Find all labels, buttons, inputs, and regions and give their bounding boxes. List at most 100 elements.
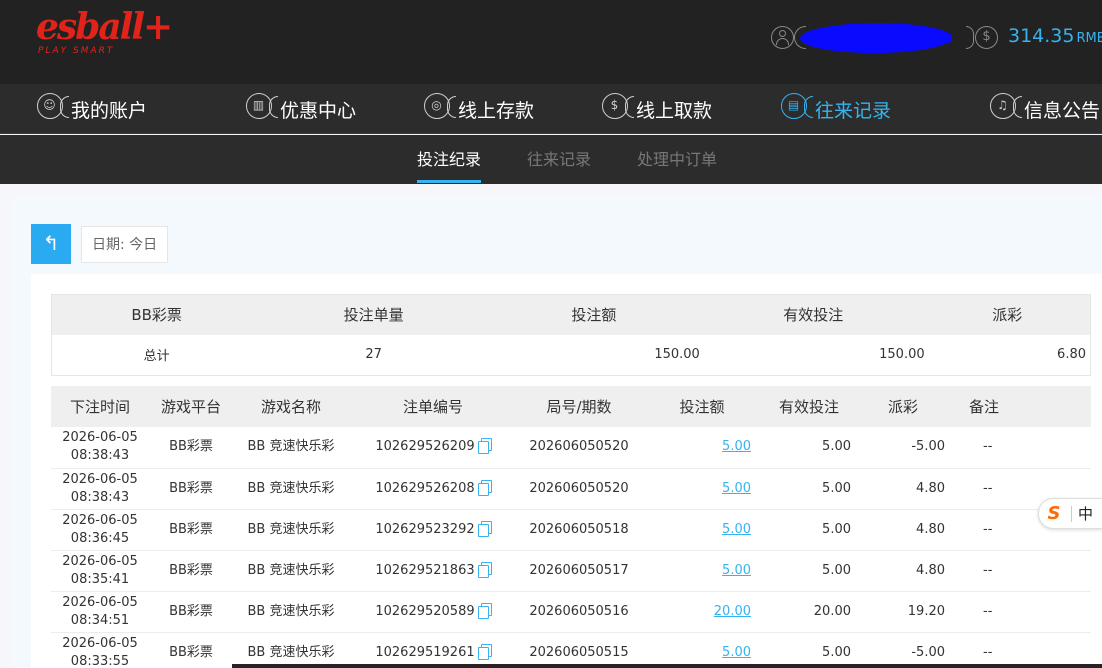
- payout-cell: -5.00: [855, 632, 951, 668]
- bottom-scrollbar[interactable]: [232, 664, 1102, 668]
- column-header: 注单编号: [349, 386, 517, 427]
- bet-amount-link[interactable]: 5.00: [722, 522, 751, 537]
- bet-time-cell: 2026-06-05 08:33:55: [51, 632, 149, 668]
- bet-amount-cell: 20.00: [641, 591, 763, 633]
- order-number-cell: 102629521863: [349, 550, 517, 592]
- summary-header-row: BB彩票 投注单量 投注额 有效投注 派彩: [51, 294, 1091, 335]
- record-icon: ▤: [781, 93, 813, 119]
- summary-cell: 总计: [143, 349, 170, 365]
- copy-icon[interactable]: [477, 438, 492, 455]
- platform-cell: BB彩票: [149, 427, 233, 469]
- summary-header: 投注额: [486, 294, 702, 335]
- copy-icon[interactable]: [477, 602, 492, 619]
- bet-time: 08:38:43: [70, 448, 130, 464]
- esball-logo[interactable]: esball+ PLAY SMART: [36, 6, 173, 56]
- order-number: 102629526208: [375, 480, 475, 496]
- period-cell: 202606050516: [517, 591, 641, 633]
- order-number: 102629526209: [375, 439, 475, 455]
- bet-amount-link[interactable]: 5.00: [722, 563, 751, 578]
- nav-item-deposit[interactable]: ◎ 线上存款: [424, 84, 535, 133]
- nav-item-promotions[interactable]: ▥ 优惠中心: [246, 84, 356, 133]
- bet-date: 2026-06-05: [62, 635, 138, 651]
- tab-bet-records[interactable]: 投注纪录: [417, 135, 482, 184]
- bet-records-table: 下注时间 游戏平台 游戏名称 注单编号 局号/期数 投注额 有效投注 派彩 备注…: [51, 386, 1091, 668]
- deposit-icon: ◎: [424, 93, 456, 119]
- nav-item-withdraw[interactable]: $ 线上取款: [602, 84, 713, 133]
- column-header: 游戏名称: [233, 386, 349, 427]
- summary-cell: 27: [365, 347, 382, 363]
- bet-amount-link[interactable]: 5.00: [722, 645, 751, 660]
- table-row: 2026-06-05 08:38:43 BB彩票 BB 竞速快乐彩 1026295262…: [51, 427, 1091, 469]
- nav-item-announcements[interactable]: ♫ 信息公告: [990, 84, 1101, 133]
- summary-header: 派彩: [924, 294, 1091, 335]
- bet-amount-link[interactable]: 5.00: [722, 481, 751, 496]
- ime-toolbar[interactable]: S 中: [1038, 498, 1102, 529]
- main-nav: ☺ 我的账户 ▥ 优惠中心 ◎ 线上存款 $ 线上取款 ▤ 往来记录 ♫ 信息公…: [0, 84, 1102, 134]
- column-header: 局号/期数: [517, 386, 641, 427]
- username-bracket-close: [966, 26, 974, 49]
- table-row: 2026-06-05 08:35:41 BB彩票 BB 竞速快乐彩 1026295218…: [51, 550, 1091, 592]
- bet-time: 08:35:41: [70, 571, 130, 587]
- bet-amount-link[interactable]: 20.00: [714, 604, 751, 619]
- column-header: 游戏平台: [149, 386, 233, 427]
- platform-cell: BB彩票: [149, 468, 233, 510]
- game-name-cell: BB 竞速快乐彩: [233, 427, 349, 469]
- summary-cell: 6.80: [1057, 347, 1086, 363]
- game-name-cell: BB 竞速快乐彩: [233, 591, 349, 633]
- back-button[interactable]: ↰: [31, 224, 71, 264]
- withdraw-icon: $: [602, 93, 634, 119]
- platform-cell: BB彩票: [149, 632, 233, 668]
- balance-currency: RMB: [1076, 31, 1102, 46]
- platform-cell: BB彩票: [149, 509, 233, 551]
- summary-total-row: 总计 27 150.00 150.00 6.80: [52, 335, 1091, 376]
- order-number-cell: 102629523292: [349, 509, 517, 551]
- payout-cell: -5.00: [855, 427, 951, 469]
- records-header-row: 下注时间 游戏平台 游戏名称 注单编号 局号/期数 投注额 有效投注 派彩 备注: [51, 386, 1091, 427]
- order-number: 102629521863: [375, 562, 475, 578]
- payout-cell: 4.80: [855, 468, 951, 510]
- table-row: 2026-06-05 08:36:45 BB彩票 BB 竞速快乐彩 1026295232…: [51, 509, 1091, 551]
- wallet-balance[interactable]: 314.35 RMB: [1008, 25, 1102, 47]
- period-cell: 202606050517: [517, 550, 641, 592]
- bet-amount-link[interactable]: 5.00: [722, 439, 751, 454]
- bet-amount-cell: 5.00: [641, 632, 763, 668]
- account-avatar-icon[interactable]: [771, 26, 794, 49]
- game-name-cell: BB 竞速快乐彩: [233, 632, 349, 668]
- summary-header: BB彩票: [51, 294, 262, 335]
- copy-icon[interactable]: [477, 520, 492, 537]
- bet-time-cell: 2026-06-05 08:36:45: [51, 509, 149, 551]
- bet-time-cell: 2026-06-05 08:38:43: [51, 468, 149, 510]
- game-name-cell: BB 竞速快乐彩: [233, 509, 349, 551]
- bet-time-cell: 2026-06-05 08:38:43: [51, 427, 149, 469]
- copy-icon[interactable]: [477, 561, 492, 578]
- nav-item-transactions[interactable]: ▤ 往来记录: [781, 84, 891, 133]
- valid-bet-cell: 5.00: [763, 632, 855, 668]
- column-header: 备注: [951, 386, 1091, 427]
- nav-item-my-account[interactable]: ☺ 我的账户: [37, 84, 147, 133]
- valid-bet-cell: 5.00: [763, 509, 855, 551]
- nav-item-label: 线上取款: [636, 99, 713, 122]
- copy-icon[interactable]: [477, 643, 492, 660]
- valid-bet-cell: 5.00: [763, 427, 855, 469]
- order-number-cell: 102629520589: [349, 591, 517, 633]
- order-number: 102629520589: [375, 603, 475, 619]
- bet-date: 2026-06-05: [62, 471, 138, 487]
- date-filter[interactable]: 日期: 今日: [81, 226, 169, 263]
- copy-icon[interactable]: [477, 479, 492, 496]
- sogou-ime-icon[interactable]: S: [1039, 503, 1069, 524]
- bell-icon: ♫: [990, 93, 1022, 119]
- bet-amount-cell: 5.00: [641, 468, 763, 510]
- summary-header: 有效投注: [701, 294, 925, 335]
- game-name-cell: BB 竞速快乐彩: [233, 550, 349, 592]
- table-row: 2026-06-05 08:34:51 BB彩票 BB 竞速快乐彩 1026295205…: [51, 591, 1091, 633]
- nav-item-label: 线上存款: [458, 99, 535, 122]
- gift-icon: ▥: [246, 93, 278, 119]
- logo-text: esball+: [36, 6, 173, 48]
- nav-item-label: 信息公告: [1024, 99, 1101, 122]
- payout-cell: 4.80: [855, 550, 951, 592]
- order-number-cell: 102629526208: [349, 468, 517, 510]
- tab-pending-orders[interactable]: 处理中订单: [637, 135, 717, 184]
- tab-transactions[interactable]: 往来记录: [527, 135, 591, 184]
- ime-mode-toggle[interactable]: 中: [1078, 503, 1093, 524]
- valid-bet-cell: 5.00: [763, 550, 855, 592]
